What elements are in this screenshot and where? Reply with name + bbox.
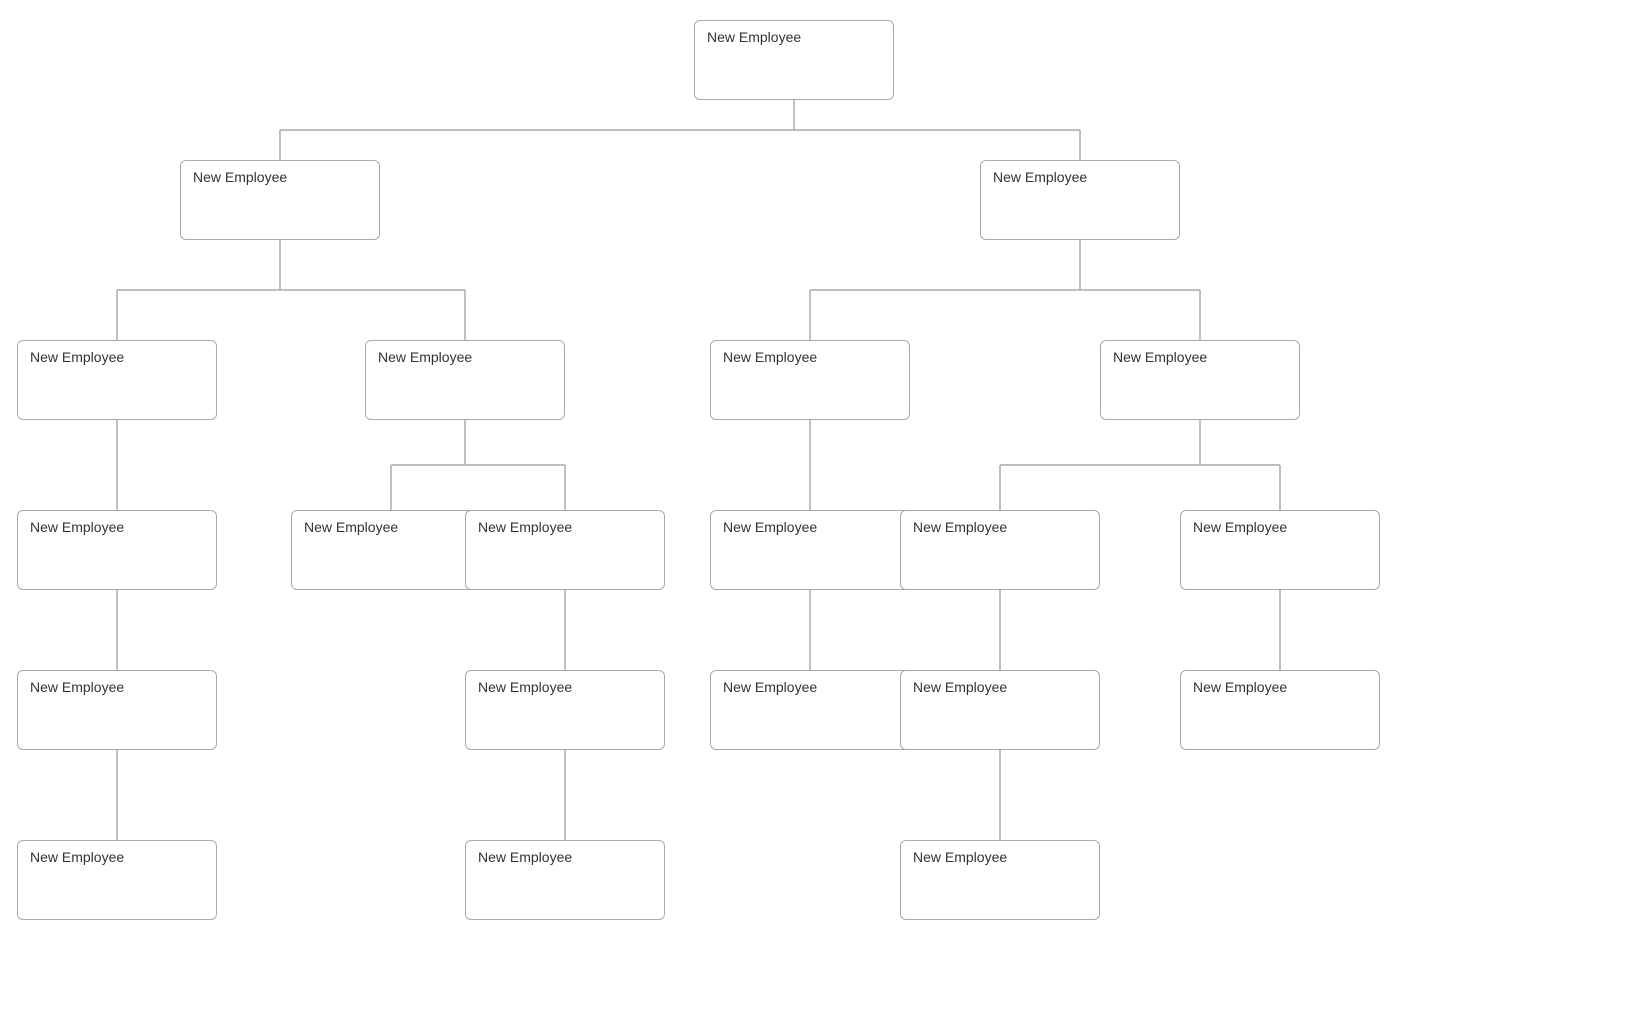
org-node-l3c[interactable]: New Employee — [465, 510, 665, 590]
org-node-l5c[interactable]: New Employee — [465, 840, 665, 920]
org-node-l4a[interactable]: New Employee — [17, 670, 217, 750]
org-node-l4f[interactable]: New Employee — [1180, 670, 1380, 750]
org-node-l4d[interactable]: New Employee — [710, 670, 910, 750]
org-node-l1a[interactable]: New Employee — [180, 160, 380, 240]
org-node-l5a[interactable]: New Employee — [17, 840, 217, 920]
org-node-l5e[interactable]: New Employee — [900, 840, 1100, 920]
org-node-l2a[interactable]: New Employee — [17, 340, 217, 420]
org-node-l2c[interactable]: New Employee — [710, 340, 910, 420]
org-node-l3b[interactable]: New Employee — [291, 510, 491, 590]
org-node-l3e[interactable]: New Employee — [900, 510, 1100, 590]
org-node-l2d[interactable]: New Employee — [1100, 340, 1300, 420]
org-node-root[interactable]: New Employee — [694, 20, 894, 100]
org-chart-container: New EmployeeNew EmployeeNew EmployeeNew … — [0, 0, 1647, 1028]
org-node-l4e[interactable]: New Employee — [900, 670, 1100, 750]
org-node-l3a[interactable]: New Employee — [17, 510, 217, 590]
org-node-l3d[interactable]: New Employee — [710, 510, 910, 590]
org-node-l1b[interactable]: New Employee — [980, 160, 1180, 240]
org-node-l2b[interactable]: New Employee — [365, 340, 565, 420]
org-node-l4c[interactable]: New Employee — [465, 670, 665, 750]
org-node-l3f[interactable]: New Employee — [1180, 510, 1380, 590]
